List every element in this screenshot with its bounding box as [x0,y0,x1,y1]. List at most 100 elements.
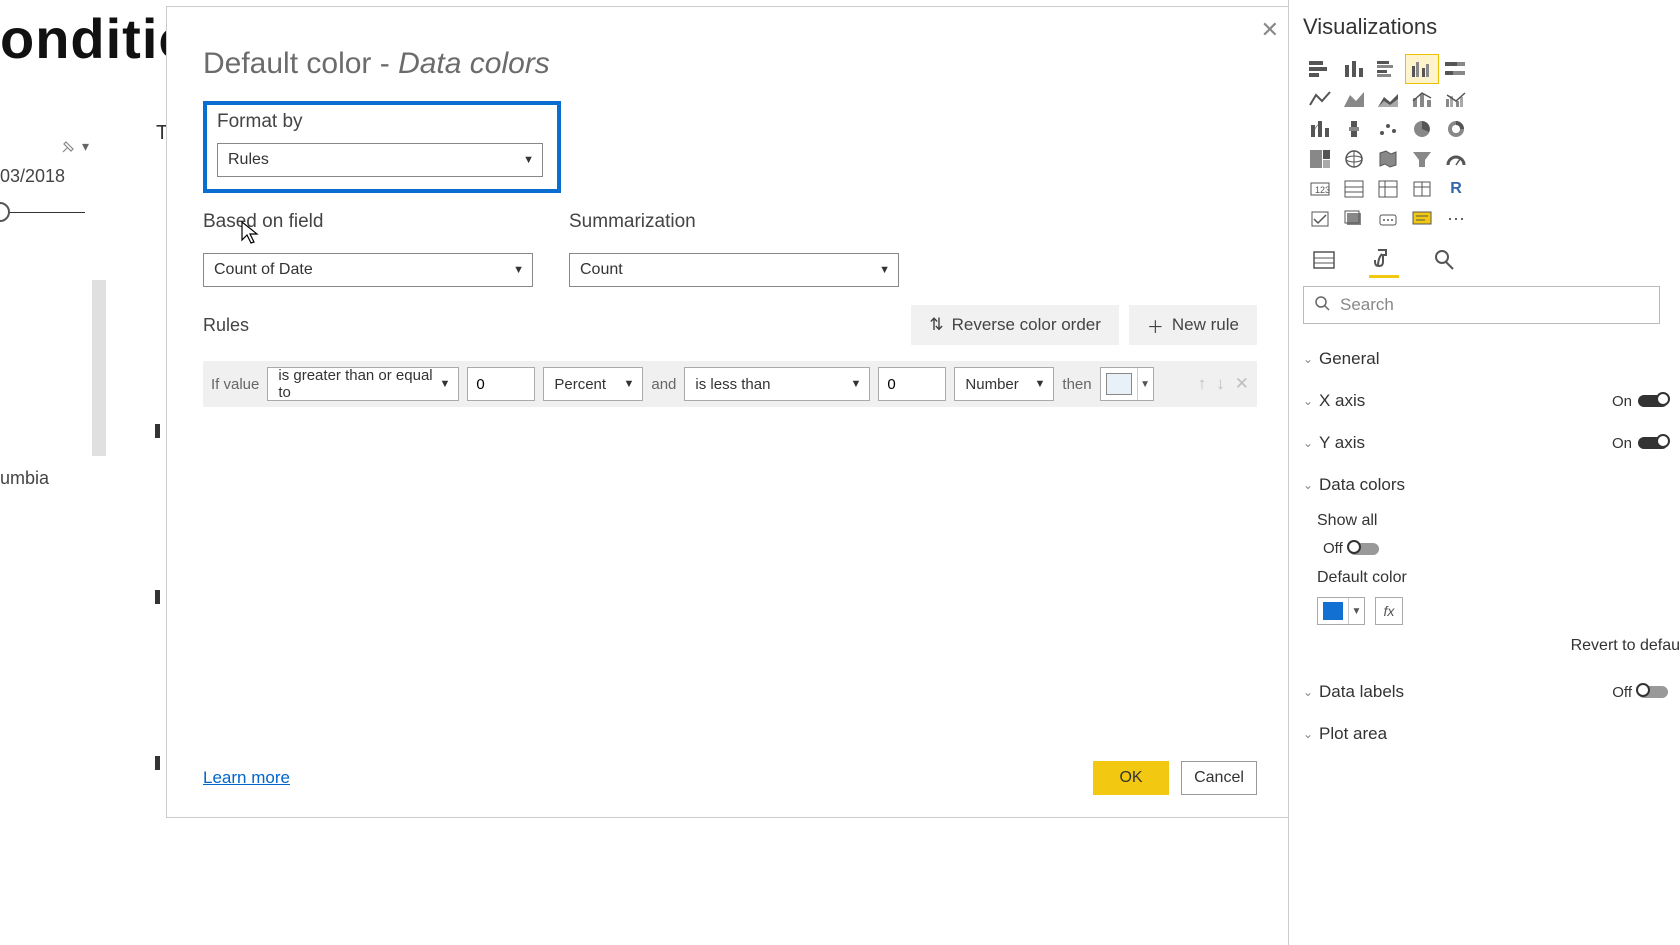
funnel-icon[interactable] [1405,144,1439,174]
caret-icon: ▼ [1137,368,1153,400]
summarization-select[interactable]: Count ▼ [569,253,899,287]
summarization-label: Summarization [569,211,899,233]
condition1-select[interactable]: is greater than or equal to ▼ [267,367,459,401]
general-section[interactable]: ⌄ General [1303,338,1680,380]
python-visual-icon[interactable] [1303,204,1337,234]
color-swatch [1323,602,1343,620]
background-row-label: umbia [0,468,49,489]
pie-chart-icon[interactable] [1405,114,1439,144]
caret-icon: ▼ [1035,378,1046,390]
format-tab[interactable] [1369,246,1399,274]
based-on-field-label: Based on field [203,211,533,233]
caret-icon: ▼ [523,154,534,166]
unit1-select[interactable]: Percent ▼ [543,367,643,401]
treemap-icon[interactable] [1303,144,1337,174]
unit2-select[interactable]: Number ▼ [954,367,1054,401]
r-script-visual-icon[interactable]: R [1439,174,1473,204]
format-by-value: Rules [228,151,269,169]
caret-icon: ▼ [623,378,634,390]
color-swatch [1106,373,1132,395]
chevron-icon: ⌄ [1303,436,1319,450]
conditional-formatting-dialog: ✕ Default color - Data colors Format by … [166,6,1294,818]
y-axis-section[interactable]: ⌄ Y axis On [1303,422,1680,464]
toggle-state: On [1612,393,1632,410]
if-value-text: If value [211,376,259,393]
slicer-icon[interactable] [1405,174,1439,204]
scatter-chart-icon[interactable] [1371,114,1405,144]
donut-chart-icon[interactable] [1439,114,1473,144]
rule-row: If value is greater than or equal to ▼ P… [203,361,1257,407]
condition2-value: is less than [695,376,770,393]
key-influencers-icon[interactable] [1337,204,1371,234]
qa-visual-icon[interactable] [1405,204,1439,234]
data-labels-toggle[interactable]: Off [1612,684,1668,701]
format-by-highlight: Format by Rules ▼ [203,101,561,193]
analytics-tab[interactable] [1429,246,1459,274]
clustered-column-chart-icon[interactable] [1405,54,1439,84]
default-color-label: Default color [1317,569,1680,587]
ok-button[interactable]: OK [1093,761,1169,795]
show-all-toggle[interactable]: Off [1323,540,1680,557]
get-more-visuals-icon[interactable]: ⋯ [1439,204,1473,234]
data-labels-section[interactable]: ⌄ Data labels Off [1303,671,1680,713]
kpi-icon[interactable] [1371,174,1405,204]
search-input[interactable]: Search [1303,286,1660,324]
chevron-down-icon[interactable]: ▾ [82,138,89,155]
clustered-bar-chart-icon[interactable] [1371,54,1405,84]
multi-row-card-icon[interactable] [1337,174,1371,204]
card-icon[interactable]: 123 [1303,174,1337,204]
line-chart-icon[interactable] [1303,84,1337,114]
area-chart-icon[interactable] [1337,84,1371,114]
reverse-color-order-button[interactable]: ⇅ Reverse color order [911,305,1119,345]
data-colors-section[interactable]: ⌄ Data colors [1303,464,1680,506]
map-icon[interactable] [1337,144,1371,174]
dialog-title: Default color - Data colors [203,47,1257,81]
revert-to-default-link[interactable]: Revert to defau [1303,637,1680,655]
unit2-value: Number [965,376,1018,393]
format-by-select[interactable]: Rules ▼ [217,143,543,177]
condition2-select[interactable]: is less than ▼ [684,367,870,401]
caret-icon: ▼ [879,264,890,276]
bg-tick [155,590,160,604]
ribbon-chart-icon[interactable] [1303,114,1337,144]
value1-input[interactable] [467,367,535,401]
filled-map-icon[interactable] [1371,144,1405,174]
fx-button[interactable]: fx [1375,597,1403,625]
decomposition-tree-icon[interactable] [1371,204,1405,234]
plot-area-section[interactable]: ⌄ Plot area [1303,713,1680,755]
waterfall-chart-icon[interactable] [1337,114,1371,144]
toggle-state: Off [1612,684,1632,701]
new-rule-button[interactable]: ＋ New rule [1129,305,1257,345]
based-on-field-select[interactable]: Count of Date ▼ [203,253,533,287]
close-icon[interactable]: ✕ [1261,19,1279,41]
stacked-column-chart-icon[interactable] [1337,54,1371,84]
stacked-bar-chart-icon[interactable] [1303,54,1337,84]
learn-more-link[interactable]: Learn more [203,768,290,788]
default-color-picker[interactable]: ▼ [1317,597,1365,625]
x-axis-toggle[interactable]: On [1612,393,1668,410]
based-on-field-value: Count of Date [214,261,313,279]
toggle-state: Off [1323,540,1343,557]
bg-tick [155,756,160,770]
caret-icon: ▼ [439,378,450,390]
chevron-icon: ⌄ [1303,685,1319,699]
hundred-stacked-bar-icon[interactable] [1439,54,1473,84]
line-clustered-column-icon[interactable] [1439,84,1473,114]
delete-rule-icon[interactable]: ✕ [1235,374,1249,394]
y-axis-toggle[interactable]: On [1612,435,1668,452]
fields-tab[interactable] [1309,246,1339,274]
line-stacked-column-icon[interactable] [1405,84,1439,114]
move-down-icon[interactable]: ↓ [1216,374,1225,394]
visualizations-title: Visualizations [1303,14,1680,40]
x-axis-section[interactable]: ⌄ X axis On [1303,380,1680,422]
cancel-button[interactable]: Cancel [1181,761,1257,795]
value2-input[interactable] [878,367,946,401]
reverse-label: Reverse color order [952,315,1101,335]
move-up-icon[interactable]: ↑ [1198,374,1207,394]
search-placeholder: Search [1340,295,1394,315]
rule-color-picker[interactable]: ▼ [1100,367,1154,401]
background-slider-handle[interactable] [0,202,10,222]
stacked-area-chart-icon[interactable] [1371,84,1405,114]
gauge-icon[interactable] [1439,144,1473,174]
caret-icon: ▼ [851,378,862,390]
